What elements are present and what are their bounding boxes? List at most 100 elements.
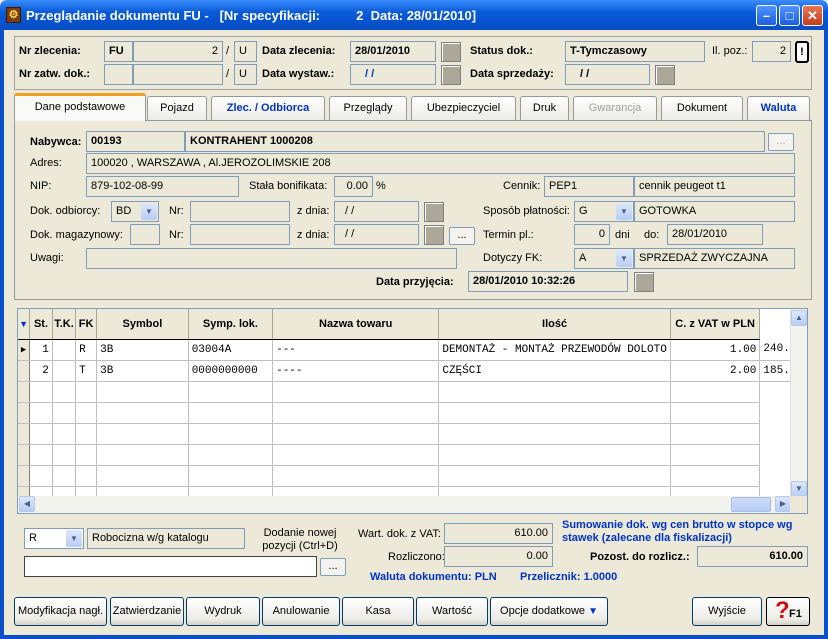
wydruk-button[interactable]: Wydruk <box>186 597 260 626</box>
percent-label: % <box>376 180 386 192</box>
tab-dokument[interactable]: Dokument <box>661 96 743 120</box>
empty-row <box>18 381 807 403</box>
z-dnia2-calendar-button[interactable] <box>424 225 444 245</box>
data-sprzedazy-calendar-button[interactable] <box>655 65 675 85</box>
data-sprzedazy-label: Data sprzedaży: <box>470 68 554 80</box>
maximize-button[interactable]: □ <box>779 5 800 26</box>
waluta-dokumentu-text: Waluta dokumentu: PLN <box>370 571 497 583</box>
modyfikacja-button[interactable]: Modyfikacja nagł. <box>14 597 107 626</box>
items-grid[interactable]: ▼ St. T.K. FK Symbol Symp. lok. Nazwa to… <box>17 308 808 514</box>
vertical-scrollbar[interactable]: ▲ ▼ <box>790 309 807 498</box>
nr-zlecenia-prefix: FU <box>104 41 133 62</box>
data-przyjecia-calendar-button[interactable] <box>634 272 654 292</box>
dok-magazynowy-lookup-button[interactable]: ... <box>449 227 475 245</box>
ilosc-column-header[interactable]: Ilość <box>438 309 671 340</box>
dotyczy-fk-label: Dotyczy FK: <box>483 252 543 264</box>
dok-odbiorcy-label: Dok. odbiorcy: <box>30 205 101 217</box>
kasa-button[interactable]: Kasa <box>342 597 414 626</box>
tab-waluta[interactable]: Waluta <box>747 96 810 120</box>
tk-column-header[interactable]: T.K. <box>52 309 77 340</box>
horizontal-scrollbar[interactable]: ◀ ▶ <box>18 496 792 513</box>
scroll-right-icon[interactable]: ▶ <box>775 496 791 512</box>
rozliczono-field: 0.00 <box>444 546 553 567</box>
close-button[interactable]: ✕ <box>802 5 823 26</box>
nr-zlecenia-number: 2 <box>133 41 223 62</box>
data-zlecenia-field: 28/01/2010 <box>350 41 436 62</box>
nabywca-lookup-button[interactable]: ... <box>768 133 794 151</box>
opcje-dodatkowe-label: Opcje dodatkowe <box>500 605 586 617</box>
symbol-column-header[interactable]: Symbol <box>96 309 189 340</box>
fk-cell: 3B <box>96 360 189 382</box>
tab-pojazd[interactable]: Pojazd <box>147 96 207 120</box>
tab-dane-podstawowe[interactable]: Dane podstawowe <box>14 93 146 121</box>
table-row[interactable]: 2 T 3B 0000000000 ---- CZĘŚCI 2.00 185.0… <box>18 360 807 382</box>
cena-column-header[interactable]: C. z VAT w PLN <box>670 309 761 340</box>
scroll-down-icon[interactable]: ▼ <box>791 481 807 497</box>
lp-column-header[interactable]: ▼ <box>18 309 31 340</box>
data-wystaw-field: / / <box>350 64 436 85</box>
z-dnia2-label: z dnia: <box>297 229 330 241</box>
tab-ubezpieczyciel[interactable]: Ubezpieczyciel <box>411 96 516 120</box>
item-type-select[interactable]: R ▼ <box>24 528 84 549</box>
ilosc-cell: 1.00 <box>670 339 761 361</box>
alert-button[interactable]: ! <box>795 41 809 63</box>
nr-zatw-prefix <box>104 64 133 85</box>
data-wystaw-label: Data wystaw.: <box>262 68 335 80</box>
wartosc-button[interactable]: Wartość <box>416 597 488 626</box>
zatwierdzanie-button[interactable]: Zatwierdzanie <box>110 597 184 626</box>
nazwa-towaru-column-header[interactable]: Nazwa towaru <box>272 309 440 340</box>
tab-druk[interactable]: Druk <box>520 96 569 120</box>
status-field: T-Tymczasowy <box>565 41 705 62</box>
symp-lok-cell: --- <box>272 339 440 361</box>
symbol-cell: 0000000000 <box>188 360 274 382</box>
st-cell <box>52 339 77 361</box>
uwagi-label: Uwagi: <box>30 252 64 264</box>
nip-label: NIP: <box>30 180 52 192</box>
dok-odbiorcy-value: BD <box>116 205 132 217</box>
scroll-up-icon[interactable]: ▲ <box>791 310 807 326</box>
nr-zatw-number <box>133 64 223 85</box>
sort-arrow-icon: ▼ <box>19 318 29 329</box>
nabywca-code-field: 00193 <box>86 131 185 152</box>
stala-bonifikata-field: 0.00 <box>334 176 373 197</box>
opcje-dodatkowe-button[interactable]: Opcje dodatkowe ▼ <box>490 597 608 626</box>
empty-row <box>18 423 807 445</box>
tk-cell: R <box>75 339 98 361</box>
table-row[interactable]: ▶ 1 R 3B 03004A --- DEMONTAŻ - MONTAŻ PR… <box>18 339 807 361</box>
scroll-corner <box>790 496 807 513</box>
tab-przeglady[interactable]: Przeglądy <box>329 96 407 120</box>
new-item-input[interactable] <box>24 556 317 577</box>
data-wystaw-calendar-button[interactable] <box>441 65 461 85</box>
data-zlecenia-calendar-button[interactable] <box>441 42 461 62</box>
scroll-left-icon[interactable]: ◀ <box>19 496 35 512</box>
dotyczy-fk-value: A <box>579 252 587 264</box>
wart-dok-label: Wart. dok. z VAT: <box>358 528 441 540</box>
stala-bonifikata-label: Stała bonifikata: <box>249 180 328 192</box>
nr-zlecenia-suffix: U <box>234 41 257 62</box>
sposob-platnosci-select[interactable]: G ▼ <box>574 201 634 222</box>
new-item-lookup-button[interactable]: ... <box>320 558 346 576</box>
fk-cell: 3B <box>96 339 189 361</box>
st-column-header[interactable]: St. <box>29 309 53 340</box>
nr2-label: Nr: <box>169 229 184 241</box>
dotyczy-fk-select[interactable]: A ▼ <box>574 248 634 269</box>
chevron-down-icon: ▼ <box>588 606 598 617</box>
tab-zlec-odbiorca[interactable]: Zlec. / Odbiorca <box>211 96 325 120</box>
dok-odbiorcy-select[interactable]: BD ▼ <box>111 201 159 222</box>
wyjscie-button[interactable]: Wyjście <box>692 597 762 626</box>
anulowanie-button[interactable]: Anulowanie <box>262 597 340 626</box>
adres-label: Adres: <box>30 157 62 169</box>
z-dnia1-calendar-button[interactable] <box>424 202 444 222</box>
minimize-button[interactable]: – <box>756 5 777 26</box>
fk-column-header[interactable]: FK <box>75 309 98 340</box>
horizontal-scroll-thumb[interactable] <box>731 497 771 512</box>
symp-lok-column-header[interactable]: Symp. lok. <box>188 309 274 340</box>
z-dnia1-label: z dnia: <box>297 205 330 217</box>
nr-zatw-suffix: U <box>234 64 257 85</box>
help-button[interactable]: ? F1 <box>766 597 810 626</box>
question-mark-icon: ? <box>775 597 790 624</box>
przelicznik-text: Przelicznik: 1.0000 <box>520 571 618 583</box>
data-przyjecia-label: Data przyjęcia: <box>376 276 454 288</box>
nabywca-label: Nabywca: <box>30 136 82 148</box>
title-bar: ⚙ Przeglądanie dokumentu FU - [Nr specyf… <box>0 0 828 30</box>
